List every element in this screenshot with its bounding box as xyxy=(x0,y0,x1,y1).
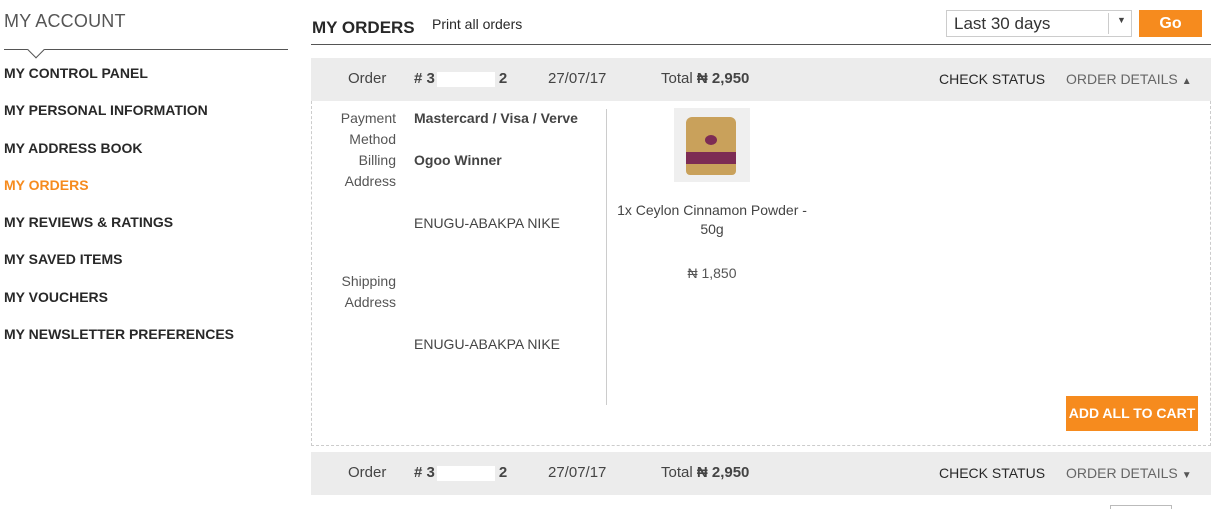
sidebar-item-reviews-ratings[interactable]: MY REVIEWS & RATINGS xyxy=(4,213,234,250)
pagination-edge xyxy=(1110,505,1172,509)
order-row: Order # 3 2 27/07/17 Total ₦ 2,950 CHECK … xyxy=(311,58,1211,101)
order-details-label: ORDER DETAILS xyxy=(1066,465,1178,481)
sidebar-item-orders[interactable]: MY ORDERS xyxy=(4,176,234,213)
product-bag-logo xyxy=(705,135,717,145)
period-select-value: Last 30 days xyxy=(954,14,1051,33)
payment-method-label: Payment Method xyxy=(340,110,396,147)
go-button[interactable]: Go xyxy=(1139,10,1202,37)
order-number: # 3 2 xyxy=(414,464,507,481)
header-divider xyxy=(311,44,1211,45)
details-divider xyxy=(606,109,607,405)
sidebar-item-control-panel[interactable]: MY CONTROL PANEL xyxy=(4,64,234,101)
sidebar-title: MY ACCOUNT xyxy=(4,11,126,31)
order-number-prefix: # 3 xyxy=(414,70,435,87)
order-total-label: Total xyxy=(661,70,693,87)
sidebar-item-vouchers[interactable]: MY VOUCHERS xyxy=(4,288,234,325)
order-label: Order xyxy=(348,70,387,87)
billing-city: ENUGU-ABAKPA NIKE xyxy=(414,215,561,231)
product-bag xyxy=(686,117,736,175)
order-date: 27/07/17 xyxy=(548,464,607,481)
order-number: # 3 2 xyxy=(414,70,507,87)
order-total-value: ₦ 2,950 xyxy=(696,464,750,481)
caret-up-icon: ▲ xyxy=(1181,76,1192,87)
order-total-value: ₦ 2,950 xyxy=(696,70,750,87)
order-details-toggle[interactable]: ORDER DETAILS ▼ xyxy=(1066,465,1192,481)
order-date: 27/07/17 xyxy=(548,70,607,87)
page-title: MY ORDERS xyxy=(312,18,415,37)
order-details-panel: Payment Method Mastercard / Visa / Verve… xyxy=(311,101,1211,446)
product-name[interactable]: 1x Ceylon Cinnamon Powder - 50g xyxy=(612,201,812,239)
shipping-address-label: Shipping Address xyxy=(341,273,397,310)
sidebar-item-saved-items[interactable]: MY SAVED ITEMS xyxy=(4,250,234,287)
add-all-to-cart-button[interactable]: ADD ALL TO CART xyxy=(1066,396,1198,431)
sidebar-item-newsletter-preferences[interactable]: MY NEWSLETTER PREFERENCES xyxy=(4,325,234,362)
order-number-suffix: 2 xyxy=(498,464,508,481)
order-total-label: Total xyxy=(661,464,693,481)
sidebar-item-address-book[interactable]: MY ADDRESS BOOK xyxy=(4,139,234,176)
print-all-orders-link[interactable]: Print all orders xyxy=(432,16,522,32)
account-nav: MY CONTROL PANEL MY PERSONAL INFORMATION… xyxy=(4,64,234,362)
order-total: Total ₦ 2,950 xyxy=(661,464,749,481)
product-bag-band xyxy=(686,152,736,164)
product-price: ₦ 1,850 xyxy=(687,265,737,281)
caret-down-icon: ▼ xyxy=(1181,470,1192,481)
order-number-suffix: 2 xyxy=(498,70,508,87)
billing-name: Ogoo Winner xyxy=(414,152,502,168)
order-number-prefix: # 3 xyxy=(414,464,435,481)
check-status-link[interactable]: CHECK STATUS xyxy=(939,465,1045,481)
check-status-link[interactable]: CHECK STATUS xyxy=(939,71,1045,87)
select-divider xyxy=(1108,13,1109,34)
order-total: Total ₦ 2,950 xyxy=(661,70,749,87)
period-select[interactable]: Last 30 days ▼ xyxy=(946,10,1132,37)
order-row: Order # 3 2 27/07/17 Total ₦ 2,950 CHECK … xyxy=(311,452,1211,495)
product-image[interactable] xyxy=(674,108,750,182)
sidebar-notch xyxy=(27,41,45,59)
sidebar-item-personal-information[interactable]: MY PERSONAL INFORMATION xyxy=(4,101,234,138)
order-label: Order xyxy=(348,464,387,481)
order-details-label: ORDER DETAILS xyxy=(1066,71,1178,87)
shipping-city: ENUGU-ABAKPA NIKE xyxy=(414,336,561,352)
order-details-toggle[interactable]: ORDER DETAILS ▲ xyxy=(1066,71,1192,87)
redaction-mask xyxy=(436,465,495,481)
sidebar-divider xyxy=(4,49,288,50)
redaction-mask xyxy=(436,71,495,87)
chevron-down-icon[interactable]: ▼ xyxy=(1117,15,1126,25)
billing-address-label: Billing Address xyxy=(344,152,396,189)
payment-method-value: Mastercard / Visa / Verve xyxy=(414,110,578,126)
